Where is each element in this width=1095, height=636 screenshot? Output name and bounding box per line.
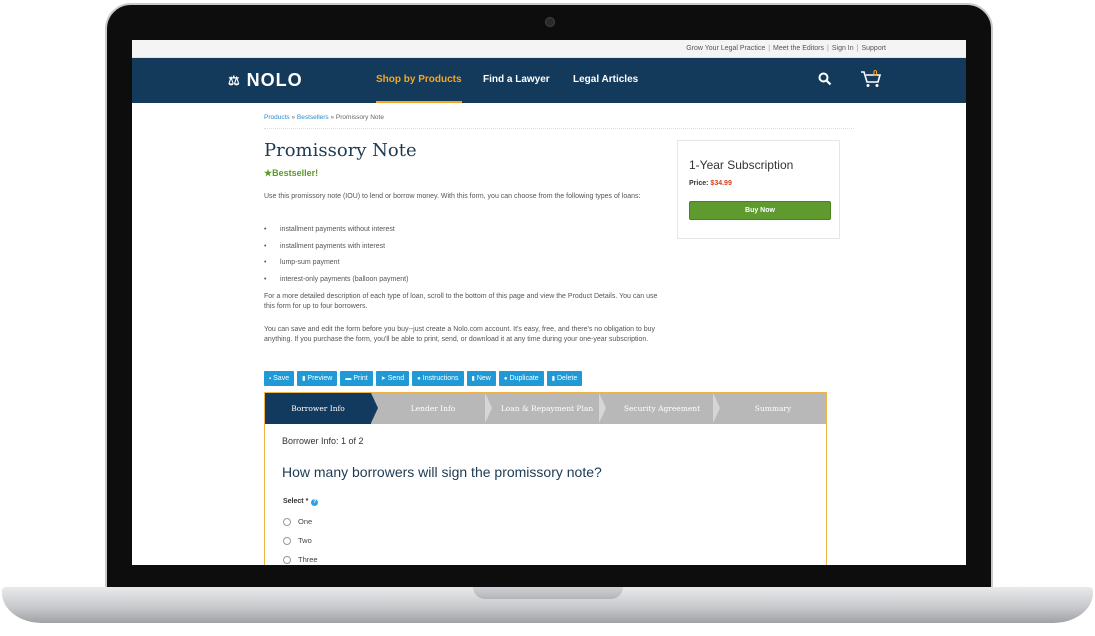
breadcrumb-bestsellers[interactable]: Bestsellers: [297, 114, 329, 121]
delete-button[interactable]: ▮ Delete: [546, 371, 583, 386]
logo-text: NOLO: [246, 70, 303, 90]
step-arrow: [599, 393, 606, 423]
breadcrumb: Products » Bestsellers » Promissory Note: [264, 114, 384, 121]
option-three[interactable]: Three: [283, 555, 318, 565]
wizard-steps: Borrower Info Lender Info Loan & Repayme…: [265, 393, 826, 424]
step-loan-repayment[interactable]: Loan & Repayment Plan: [492, 393, 602, 424]
info-icon: ●: [417, 376, 421, 382]
list-item: • installment payments with interest: [264, 242, 386, 250]
radio-button[interactable]: [283, 518, 291, 527]
document-icon: ▮: [302, 376, 306, 382]
save-edit-note: You can save and edit the form before yo…: [264, 326, 656, 343]
step-summary[interactable]: Summary: [720, 393, 826, 424]
save-button[interactable]: ▪ Save: [264, 371, 295, 386]
bestseller-label: Bestseller!: [272, 168, 319, 178]
new-file-icon: ▮: [471, 376, 475, 382]
utility-link-sign-in[interactable]: Sign In: [832, 45, 854, 52]
new-button[interactable]: ▮ New: [466, 371, 496, 386]
laptop-base-notch: [473, 587, 623, 599]
nav-legal-articles[interactable]: Legal Articles: [573, 58, 638, 103]
send-button[interactable]: ➤ Send: [375, 371, 410, 386]
step-arrow: [485, 393, 492, 423]
step-security-agreement[interactable]: Security Agreement: [606, 393, 718, 424]
print-button[interactable]: ▬ Print: [340, 371, 373, 386]
instructions-button[interactable]: ● Instructions: [412, 371, 464, 386]
webcam-icon: [545, 17, 555, 27]
progress-value: 1 of 2: [341, 436, 364, 446]
trash-icon: ▮: [551, 376, 555, 382]
browser-screen: Grow Your Legal Practice | Meet the Editor…: [132, 40, 966, 565]
option-two[interactable]: Two: [283, 536, 312, 546]
main-navbar: ⚖ NOLO Shop by Products Find a Lawyer Le…: [132, 58, 966, 103]
subscription-title: 1-Year Subscription: [689, 158, 794, 172]
loan-types-list: • installment payments without interest •…: [264, 226, 408, 292]
preview-button[interactable]: ▮ Preview: [297, 371, 338, 386]
help-icon[interactable]: ?: [311, 499, 319, 506]
utility-link-support[interactable]: Support: [861, 45, 886, 52]
form-toolbar: ▪ Save ▮ Preview ▬ Print ➤ Send ● Instruction…: [264, 371, 583, 386]
printer-icon: ▬: [345, 376, 352, 382]
floppy-icon: ▪: [269, 376, 272, 382]
nav-find-a-lawyer[interactable]: Find a Lawyer: [483, 58, 550, 103]
product-details-note: For a more detailed description of each …: [264, 293, 658, 310]
step-arrow: [713, 393, 720, 423]
question-title: How many borrowers will sign the promiss…: [282, 464, 602, 480]
page-title: Promissory Note: [264, 140, 417, 161]
buy-now-button[interactable]: Buy Now: [689, 201, 831, 220]
radio-button[interactable]: [283, 537, 291, 546]
nav-shop-by-products[interactable]: Shop by Products: [376, 58, 462, 103]
utility-link-meet-editors[interactable]: Meet the Editors: [773, 45, 824, 52]
star-icon: ★: [264, 168, 273, 178]
step-lender-info[interactable]: Lender Info: [378, 393, 488, 424]
cart-icon[interactable]: [860, 70, 882, 93]
subscription-price: Price: $34.99: [689, 180, 732, 187]
radio-button[interactable]: [283, 556, 291, 565]
divider: [264, 128, 854, 129]
list-item: • lump-sum payment: [264, 259, 340, 266]
step-borrower-info[interactable]: Borrower Info: [265, 393, 371, 424]
price-amount: $34.99: [710, 180, 732, 187]
bestseller-badge: ★Bestseller!: [264, 168, 318, 179]
send-icon: ➤: [380, 376, 386, 382]
duplicate-button[interactable]: ● Duplicate: [498, 371, 544, 386]
form-wizard: Borrower Info Lender Info Loan & Repayme…: [264, 392, 827, 565]
list-item: • interest-only payments (balloon payment…: [264, 275, 409, 283]
breadcrumb-current: Promissory Note: [335, 114, 384, 121]
search-icon[interactable]: [818, 72, 832, 89]
product-intro: Use this promissory note (IOU) to lend o…: [264, 193, 641, 200]
breadcrumb-products[interactable]: Products: [264, 114, 290, 121]
progress-label: Borrower Info: 1 of 2: [282, 436, 364, 446]
subscription-box: 1-Year Subscription Price: $34.99 Buy No…: [677, 140, 840, 239]
nolo-logo[interactable]: ⚖ NOLO: [228, 70, 303, 91]
cart-count-badge: 0: [873, 69, 878, 78]
utility-link-grow-practice[interactable]: Grow Your Legal Practice: [686, 45, 765, 52]
list-item: • installment payments without interest: [264, 226, 395, 233]
duplicate-icon: ●: [503, 376, 508, 382]
scales-icon: ⚖: [228, 72, 241, 88]
step-arrow: [371, 393, 378, 423]
utility-bar: Grow Your Legal Practice | Meet the Editor…: [132, 40, 966, 58]
select-label: Select *?: [283, 498, 319, 506]
option-one[interactable]: One: [283, 517, 312, 527]
